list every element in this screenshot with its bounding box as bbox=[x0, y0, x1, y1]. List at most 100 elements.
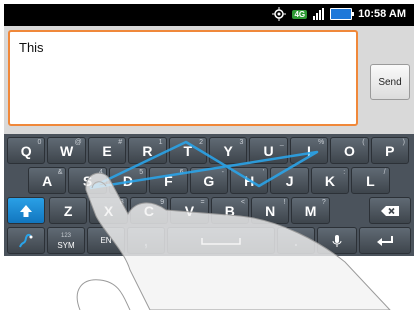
key-c[interactable]: C9 bbox=[129, 197, 169, 224]
key-label: O bbox=[343, 142, 355, 159]
key-m[interactable]: M? bbox=[291, 197, 330, 224]
key-b[interactable]: B < bbox=[210, 197, 249, 224]
key-w[interactable]: W @ bbox=[47, 137, 86, 164]
key-a[interactable]: A & bbox=[28, 167, 67, 194]
key-secondary-label: : bbox=[343, 169, 346, 176]
key-label: L bbox=[366, 172, 375, 189]
key-r[interactable]: R1 bbox=[128, 137, 167, 164]
key-secondary-label: & bbox=[57, 169, 63, 176]
key-e[interactable]: E # bbox=[87, 137, 127, 164]
key-label: Z bbox=[63, 202, 73, 219]
swype-key[interactable] bbox=[7, 227, 45, 254]
signal-icon bbox=[313, 8, 325, 20]
key-secondary-label: ? bbox=[321, 199, 326, 206]
key-label: Y bbox=[223, 142, 233, 159]
key-secondary-label: _ bbox=[279, 139, 284, 146]
keyboard-row-3: Z X 8 C 9 V = B < N! M? bbox=[4, 197, 414, 226]
language-key-label: EN bbox=[100, 236, 112, 245]
key-j[interactable]: J bbox=[270, 167, 309, 194]
key-secondary-label: 0 bbox=[37, 139, 42, 146]
key-label: F bbox=[164, 172, 173, 189]
language-key[interactable]: EN bbox=[87, 227, 125, 254]
shift-key[interactable] bbox=[7, 197, 45, 224]
key-label: I bbox=[307, 142, 311, 159]
key-label: K bbox=[324, 172, 336, 189]
key-secondary-label: ) bbox=[402, 139, 405, 146]
send-button[interactable]: Send bbox=[370, 64, 410, 100]
key-secondary-label: ' bbox=[263, 169, 265, 176]
key-label: B bbox=[224, 202, 235, 219]
key-label: M bbox=[304, 202, 317, 219]
key-d[interactable]: D5 bbox=[108, 167, 148, 194]
key-secondary-label: / bbox=[383, 169, 386, 176]
key-label: V bbox=[184, 202, 195, 219]
key-secondary-label: - bbox=[221, 169, 224, 176]
key-secondary-label: 2 bbox=[199, 139, 203, 146]
enter-icon bbox=[377, 235, 393, 246]
period-key[interactable]: . bbox=[277, 227, 315, 254]
key-g[interactable]: G- bbox=[189, 167, 228, 194]
key-x[interactable]: X8 bbox=[89, 197, 128, 224]
key-label: X bbox=[103, 202, 114, 219]
symbol-key[interactable]: 123 SYM bbox=[47, 227, 85, 254]
symbol-key-top-label: 123 bbox=[60, 232, 71, 239]
key-k[interactable]: K: bbox=[310, 167, 350, 194]
voice-input-key[interactable] bbox=[317, 227, 357, 254]
key-z[interactable]: Z bbox=[49, 197, 88, 224]
key-secondary-label: 3 bbox=[239, 139, 244, 146]
keyboard-row-2: A & S 4 D 5 F 6 G - H ' J K: L / bbox=[4, 167, 414, 196]
key-label: N bbox=[265, 202, 276, 219]
key-v[interactable]: V = bbox=[170, 197, 209, 224]
backspace-key[interactable] bbox=[369, 197, 411, 224]
enter-key[interactable] bbox=[359, 227, 411, 254]
key-label: C bbox=[143, 202, 155, 219]
key-label: P bbox=[385, 142, 395, 159]
clock-time: 10:58 AM bbox=[358, 8, 406, 20]
key-u[interactable]: U _ bbox=[249, 137, 288, 164]
key-secondary-label: 9 bbox=[160, 199, 165, 206]
compose-area: This Send bbox=[4, 26, 414, 134]
backspace-icon bbox=[381, 205, 399, 216]
mic-icon bbox=[332, 234, 342, 247]
message-input[interactable]: This bbox=[8, 30, 358, 126]
shift-icon bbox=[20, 204, 32, 217]
key-secondary-label: 8 bbox=[119, 199, 124, 206]
key-secondary-label: ! bbox=[283, 199, 286, 206]
battery-icon bbox=[330, 8, 355, 20]
key-label: G bbox=[203, 172, 215, 189]
key-secondary-label: 5 bbox=[139, 169, 144, 176]
key-label: D bbox=[122, 172, 134, 189]
swype-keyboard: Q 0 W @ E # R 1 T 2 Y 3 U _ I% O(P) A & S 4 D 5 F 6 G - H ' J K: L / Z… bbox=[4, 134, 414, 256]
key-q[interactable]: Q0 bbox=[7, 137, 46, 164]
key-secondary-label: ( bbox=[362, 139, 365, 146]
key-label: S bbox=[82, 172, 93, 189]
network-type-badge: 4G bbox=[292, 9, 308, 19]
key-h[interactable]: H ' bbox=[230, 167, 269, 194]
key-secondary-label: 6 bbox=[179, 169, 184, 176]
key-secondary-label: # bbox=[118, 139, 123, 146]
keyboard-row-4: 123 SYM EN , . bbox=[4, 227, 414, 256]
key-label: A bbox=[42, 172, 53, 189]
key-label: R bbox=[142, 142, 153, 159]
key-label: H bbox=[244, 172, 255, 189]
space-key[interactable] bbox=[167, 227, 275, 254]
key-label: Q bbox=[20, 142, 32, 159]
key-p[interactable]: P) bbox=[370, 137, 409, 164]
key-s[interactable]: S4 bbox=[68, 167, 107, 194]
key-label: U bbox=[263, 142, 274, 159]
key-secondary-label: 1 bbox=[158, 139, 163, 146]
key-f[interactable]: F6 bbox=[149, 167, 188, 194]
key-label: J bbox=[285, 172, 294, 189]
key-t[interactable]: T2 bbox=[168, 137, 207, 164]
status-bar: 4G 10:58 AM bbox=[4, 4, 414, 26]
key-i[interactable]: I% bbox=[289, 137, 329, 164]
comma-key[interactable]: , bbox=[127, 227, 165, 254]
key-o[interactable]: O( bbox=[330, 137, 369, 164]
gps-icon bbox=[272, 7, 287, 21]
key-y[interactable]: Y3 bbox=[209, 137, 248, 164]
space-bar-icon bbox=[201, 237, 241, 245]
key-n[interactable]: N! bbox=[251, 197, 290, 224]
key-l[interactable]: L / bbox=[351, 167, 390, 194]
key-label: T bbox=[183, 142, 193, 159]
keyboard-row-1: Q 0 W @ E # R 1 T 2 Y 3 U _ I% O(P) bbox=[4, 137, 414, 166]
